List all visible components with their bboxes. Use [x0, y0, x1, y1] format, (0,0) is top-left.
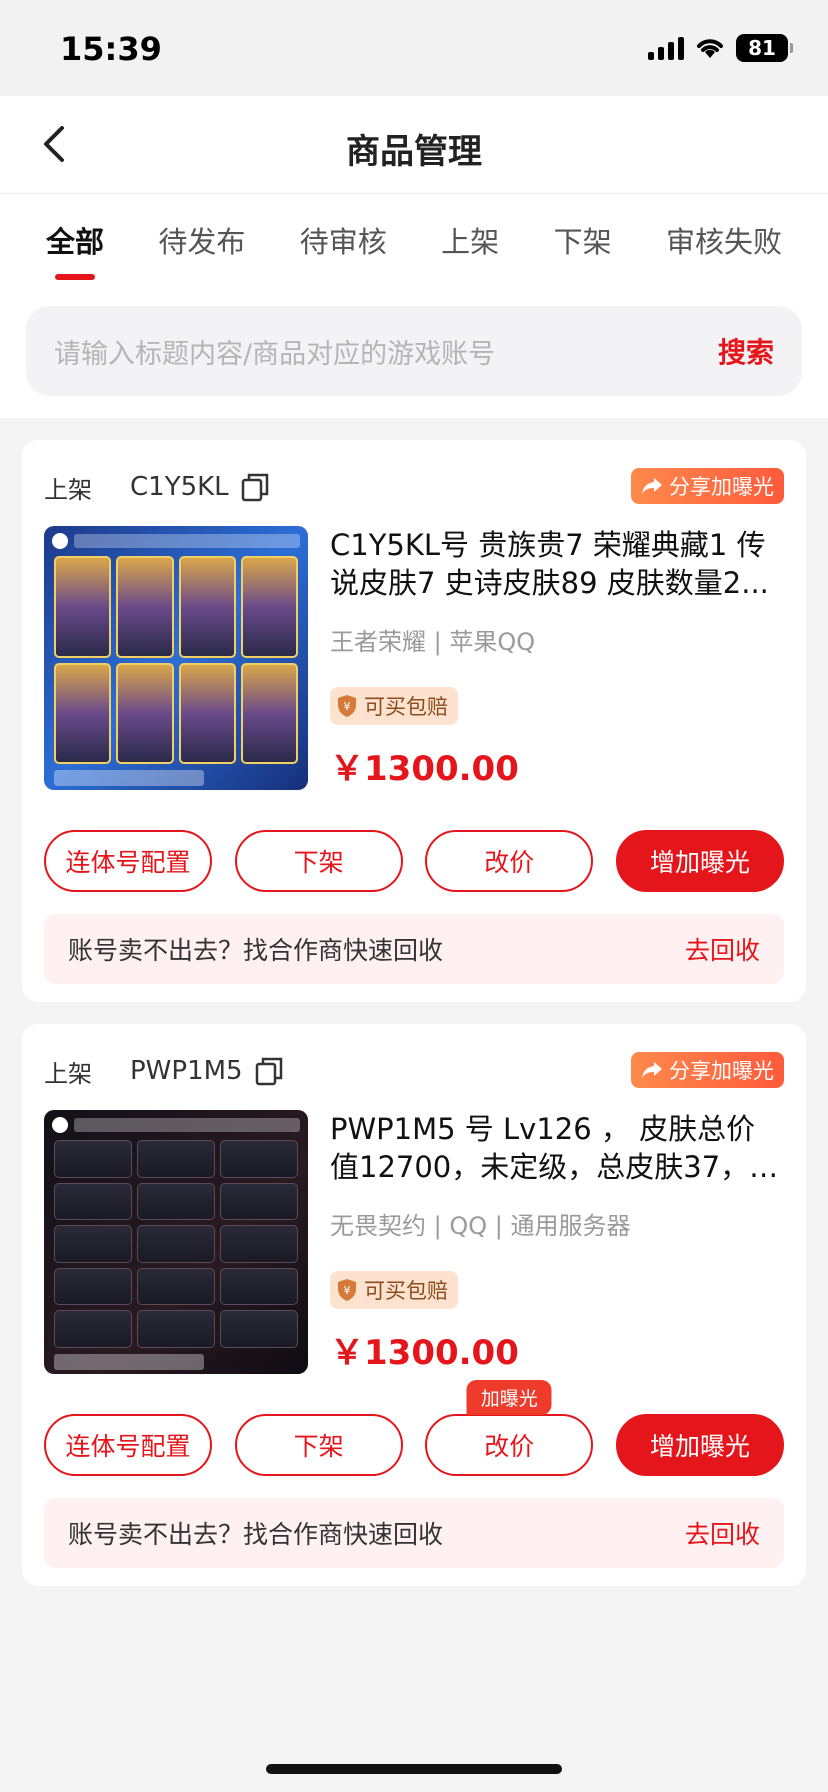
- tab-all[interactable]: 全部: [46, 194, 104, 290]
- recycle-banner: 账号卖不出去？找合作商快速回收 去回收: [44, 914, 784, 984]
- search-placeholder: 请输入标题内容/商品对应的游戏账号: [54, 338, 496, 370]
- tab-pending-review[interactable]: 待审核: [300, 194, 387, 290]
- tab-review-failed[interactable]: 审核失败: [666, 194, 782, 290]
- signal-icon: [648, 36, 684, 60]
- share-arrow-icon: [642, 478, 662, 494]
- filter-tabs: 全部 待发布 待审核 上架 下架 审核失败: [0, 194, 828, 290]
- change-price-button[interactable]: 改价 加曝光: [425, 1380, 594, 1476]
- product-id: PWP1M5: [130, 1056, 243, 1086]
- recycle-banner: 账号卖不出去？找合作商快速回收 去回收: [44, 1498, 784, 1568]
- product-info: C1Y5KL号 贵族贵7 荣耀典藏1 传说皮肤7 史诗皮肤89 皮肤数量2...…: [330, 526, 784, 790]
- product-price: ￥1300.00: [330, 749, 519, 789]
- wifi-icon: [697, 39, 723, 58]
- card-body: C1Y5KL号 贵族贵7 荣耀典藏1 传说皮肤7 史诗皮肤89 皮肤数量2...…: [44, 526, 784, 790]
- product-title[interactable]: PWP1M5 号 Lv126 ， 皮肤总价值12700，未定级，总皮肤37，刀.…: [330, 1110, 784, 1186]
- product-card: 上架 C1Y5KL 分享加曝光 C1Y5KL号 贵族贵7 荣耀典藏1 传说皮肤7…: [22, 440, 806, 1002]
- card-header: 上架 PWP1M5 分享加曝光: [44, 1046, 784, 1096]
- shield-icon: ¥: [338, 1279, 356, 1301]
- product-thumbnail[interactable]: [44, 526, 308, 790]
- status-bar: 15:39 81: [0, 0, 828, 96]
- page-title: 商品管理: [346, 132, 482, 172]
- share-boost-button[interactable]: 分享加曝光: [631, 1052, 784, 1088]
- card-body: PWP1M5 号 Lv126 ， 皮肤总价值12700，未定级，总皮肤37，刀.…: [44, 1110, 784, 1374]
- status-icons: 81: [648, 34, 793, 62]
- search-input[interactable]: 请输入标题内容/商品对应的游戏账号 搜索: [26, 306, 802, 396]
- change-price-label: 改价: [484, 1432, 535, 1461]
- delist-button[interactable]: 下架: [234, 1414, 403, 1476]
- battery-icon: 81: [736, 34, 793, 62]
- product-title[interactable]: C1Y5KL号 贵族贵7 荣耀典藏1 传说皮肤7 史诗皮肤89 皮肤数量2...: [330, 526, 784, 602]
- search-section: 请输入标题内容/商品对应的游戏账号 搜索: [0, 290, 828, 418]
- status-label: 上架: [44, 475, 92, 504]
- share-boost-label: 分享加曝光: [669, 1059, 774, 1083]
- share-boost-label: 分享加曝光: [669, 475, 774, 499]
- product-thumbnail[interactable]: [44, 1110, 308, 1374]
- guarantee-label: 可买包赔: [364, 695, 448, 719]
- boost-tip-badge: 加曝光: [466, 1380, 552, 1415]
- product-meta: 无畏契约 | QQ | 通用服务器: [330, 1212, 631, 1240]
- status-label: 上架: [44, 1059, 92, 1088]
- change-price-button[interactable]: 改价: [425, 830, 594, 892]
- copy-icon[interactable]: [241, 472, 269, 502]
- product-id: C1Y5KL: [130, 472, 229, 502]
- home-indicator: [266, 1764, 562, 1774]
- action-row: 连体号配置 下架 改价 加曝光 增加曝光: [44, 1380, 784, 1476]
- action-row: 连体号配置 下架 改价 增加曝光: [44, 830, 784, 892]
- product-price: ￥1300.00: [330, 1333, 519, 1373]
- svg-text:¥: ¥: [344, 1284, 351, 1297]
- svg-text:¥: ¥: [344, 700, 351, 713]
- bundle-config-button[interactable]: 连体号配置: [44, 830, 212, 892]
- guarantee-badge: ¥ 可买包赔: [330, 1271, 458, 1309]
- product-list: 上架 C1Y5KL 分享加曝光 C1Y5KL号 贵族贵7 荣耀典藏1 传说皮肤7…: [0, 418, 828, 1586]
- status-time: 15:39: [60, 30, 162, 68]
- recycle-link[interactable]: 去回收: [685, 1515, 760, 1551]
- delist-button[interactable]: 下架: [234, 830, 403, 892]
- nav-header: 商品管理: [0, 96, 828, 194]
- boost-exposure-button[interactable]: 增加曝光: [615, 830, 784, 892]
- shield-icon: ¥: [338, 695, 356, 717]
- guarantee-badge: ¥ 可买包赔: [330, 687, 458, 725]
- recycle-text: 账号卖不出去？找合作商快速回收: [68, 1520, 444, 1549]
- card-header: 上架 C1Y5KL 分享加曝光: [44, 462, 784, 512]
- product-card: 上架 PWP1M5 分享加曝光 PWP1M5 号 Lv126 ， 皮肤总价值12…: [22, 1024, 806, 1586]
- tab-pending-publish[interactable]: 待发布: [158, 194, 245, 290]
- recycle-text: 账号卖不出去？找合作商快速回收: [68, 936, 444, 965]
- bundle-config-button[interactable]: 连体号配置: [44, 1414, 212, 1476]
- copy-icon[interactable]: [255, 1056, 283, 1086]
- guarantee-label: 可买包赔: [364, 1279, 448, 1303]
- boost-exposure-button[interactable]: 增加曝光: [615, 1414, 784, 1476]
- share-boost-button[interactable]: 分享加曝光: [631, 468, 784, 504]
- product-meta: 王者荣耀 | 苹果QQ: [330, 628, 536, 656]
- share-arrow-icon: [642, 1062, 662, 1078]
- recycle-link[interactable]: 去回收: [685, 931, 760, 967]
- tab-delisted[interactable]: 下架: [554, 194, 612, 290]
- product-info: PWP1M5 号 Lv126 ， 皮肤总价值12700，未定级，总皮肤37，刀.…: [330, 1110, 784, 1374]
- tab-listed[interactable]: 上架: [441, 194, 499, 290]
- search-button[interactable]: 搜索: [718, 331, 774, 371]
